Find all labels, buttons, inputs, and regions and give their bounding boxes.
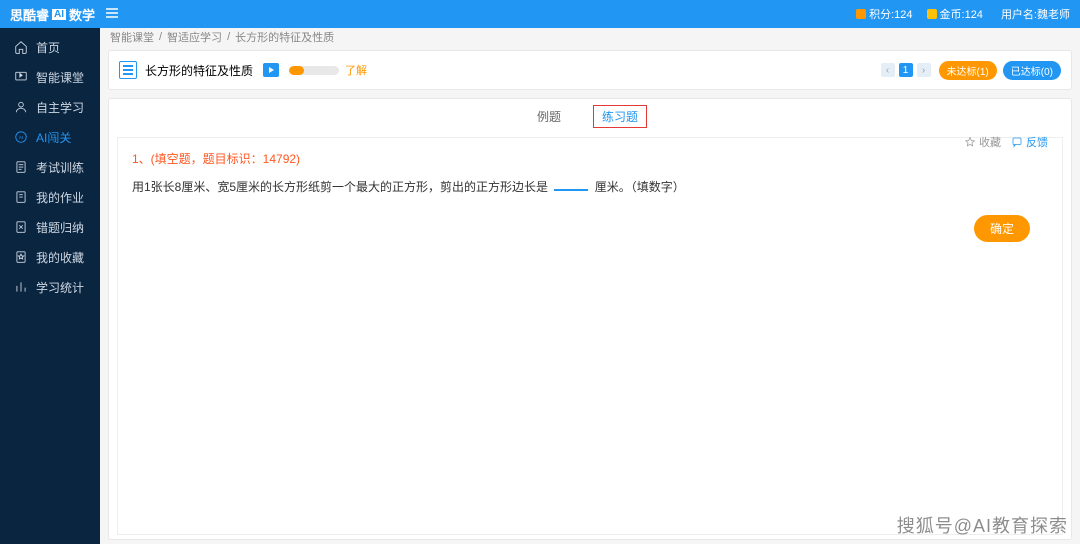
confirm-button[interactable]: 确定 [974, 215, 1030, 242]
user-icon [14, 100, 28, 114]
sidebar-item-label: 考试训练 [36, 159, 84, 176]
sidebar-item-label: 首页 [36, 39, 60, 56]
points-stat: 积分:124 [856, 6, 912, 22]
brand-mark: AI [52, 9, 66, 20]
question-body: 用1张长8厘米、宽5厘米的长方形纸剪一个最大的正方形，剪出的正方形边长是 厘米。… [132, 177, 1048, 197]
sidebar-item-smartclass[interactable]: 智能课堂 [0, 62, 100, 92]
topic-bar: 长方形的特征及性质 了解 ‹ 1 › 未达标(1) 已达标(0) [108, 50, 1072, 90]
points-icon [856, 9, 866, 19]
sidebar-item-selfstudy[interactable]: 自主学习 [0, 92, 100, 122]
topic-title: 长方形的特征及性质 [145, 62, 253, 79]
chart-icon [14, 280, 28, 294]
user-label[interactable]: 用户名:魏老师 [1001, 6, 1070, 22]
content-area: 智能课堂 / 智适应学习 / 长方形的特征及性质 长方形的特征及性质 了解 ‹ … [100, 28, 1080, 544]
home-icon [14, 40, 28, 54]
star-icon [14, 250, 28, 264]
menu-toggle-icon[interactable] [105, 6, 119, 23]
sidebar: 首页 智能课堂 自主学习 AI AI闯关 考试训练 我的作业 错题归纳 我的收藏 [0, 28, 100, 544]
breadcrumb-sep: / [159, 31, 162, 43]
inner-tabs: 例题 练习题 [109, 99, 1071, 127]
favorite-label: 收藏 [979, 134, 1001, 150]
question-card: 例题 练习题 收藏 反馈 1、(填空题，题目标识：14792) 用1张长8厘 [108, 98, 1072, 540]
sidebar-item-stats[interactable]: 学习统计 [0, 272, 100, 302]
sidebar-item-label: 学习统计 [36, 279, 84, 296]
breadcrumb-c: 长方形的特征及性质 [235, 29, 334, 45]
breadcrumb: 智能课堂 / 智适应学习 / 长方形的特征及性质 [100, 28, 1080, 46]
sidebar-item-wrong[interactable]: 错题归纳 [0, 212, 100, 242]
brand-logo[interactable]: 思酷睿 AI 数学 [10, 5, 95, 24]
progress-bar [289, 66, 339, 75]
sidebar-item-exam[interactable]: 考试训练 [0, 152, 100, 182]
wrong-icon [14, 220, 28, 234]
sidebar-item-label: 自主学习 [36, 99, 84, 116]
sidebar-item-ailevel[interactable]: AI AI闯关 [0, 122, 100, 152]
question-header: 1、(填空题，题目标识：14792) [132, 150, 1048, 167]
breadcrumb-a[interactable]: 智能课堂 [110, 29, 154, 45]
question-text-a: 用1张长8厘米、宽5厘米的长方形纸剪一个最大的正方形，剪出的正方形边长是 [132, 180, 548, 194]
page-number[interactable]: 1 [899, 63, 913, 77]
status-not-reached[interactable]: 未达标(1) [939, 61, 997, 80]
document-icon [119, 61, 137, 79]
breadcrumb-b[interactable]: 智适应学习 [167, 29, 222, 45]
question-text-b: 厘米。（填数字） [595, 180, 685, 194]
sidebar-item-label: AI闯关 [36, 129, 71, 146]
topbar: 思酷睿 AI 数学 积分:124 金币:124 用户名:魏老师 [0, 0, 1080, 28]
status-reached[interactable]: 已达标(0) [1003, 61, 1061, 80]
prev-page-button[interactable]: ‹ [881, 63, 895, 77]
feedback-icon [1011, 136, 1023, 148]
question-area: 收藏 反馈 1、(填空题，题目标识：14792) 用1张长8厘米、宽5厘米的长方… [117, 137, 1063, 535]
sidebar-item-label: 我的收藏 [36, 249, 84, 266]
doc-icon [14, 160, 28, 174]
sidebar-item-homework[interactable]: 我的作业 [0, 182, 100, 212]
coins-stat: 金币:124 [927, 6, 983, 22]
monitor-icon [14, 70, 28, 84]
feedback-label: 反馈 [1026, 134, 1048, 150]
coins-label: 金币:124 [940, 6, 983, 22]
homework-icon [14, 190, 28, 204]
tab-example[interactable]: 例题 [533, 106, 565, 127]
brand-prefix: 思酷睿 [10, 5, 49, 24]
sidebar-item-home[interactable]: 首页 [0, 32, 100, 62]
tab-exercise[interactable]: 练习题 [593, 105, 647, 128]
answer-blank[interactable] [554, 189, 588, 191]
star-outline-icon [964, 136, 976, 148]
svg-text:AI: AI [19, 135, 23, 140]
next-page-button[interactable]: › [917, 63, 931, 77]
sidebar-item-label: 错题归纳 [36, 219, 84, 236]
brand-suffix: 数学 [69, 5, 95, 24]
progress-fill [289, 66, 304, 75]
points-label: 积分:124 [869, 6, 912, 22]
coins-icon [927, 9, 937, 19]
sidebar-item-label: 我的作业 [36, 189, 84, 206]
sidebar-item-label: 智能课堂 [36, 69, 84, 86]
breadcrumb-sep: / [227, 31, 230, 43]
sidebar-item-favorites[interactable]: 我的收藏 [0, 242, 100, 272]
play-icon[interactable] [263, 63, 279, 77]
feedback-button[interactable]: 反馈 [1011, 134, 1048, 150]
ai-icon: AI [14, 130, 28, 144]
favorite-button[interactable]: 收藏 [964, 134, 1001, 150]
progress-label: 了解 [345, 62, 367, 78]
